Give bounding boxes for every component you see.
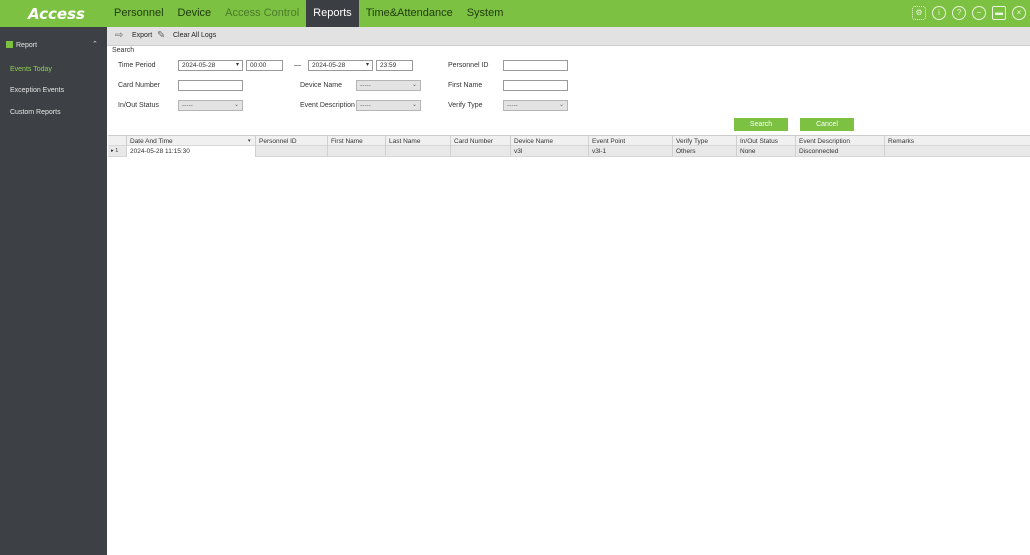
sidebar: Report ⌃ Events Today Exception Events C…	[0, 27, 107, 555]
clear-logs-icon[interactable]: ✎	[157, 30, 171, 42]
maximize-icon[interactable]: ▬	[992, 6, 1006, 20]
inout-status-label: In/Out Status	[118, 102, 159, 109]
table-cell: v3l	[510, 146, 588, 157]
top-bar: Access Personnel Device Access Control R…	[0, 0, 1030, 27]
app-logo: Access	[28, 5, 85, 23]
search-legend: Search	[112, 47, 135, 54]
time-period-label: Time Period	[118, 62, 156, 69]
range-separator: —	[294, 62, 301, 69]
help-icon[interactable]: ?	[952, 6, 966, 20]
event-description-value: -----	[360, 102, 371, 109]
table-cell: Others	[672, 146, 736, 157]
sidebar-header[interactable]: Report	[6, 41, 37, 49]
end-date-value: 2024-05-28	[312, 62, 346, 69]
sidebar-item-custom-reports[interactable]: Custom Reports	[10, 109, 61, 116]
clear-all-logs-button[interactable]: Clear All Logs	[173, 32, 216, 39]
info-icon[interactable]: i	[932, 6, 946, 20]
nav-device[interactable]: Device	[171, 0, 219, 27]
device-name-value: -----	[360, 82, 371, 89]
table-row[interactable]: ▸ 1 2024-05-28 11:15:30 v3l v3l-1 Others None…	[108, 146, 1030, 157]
table-cell	[450, 146, 510, 157]
device-name-label: Device Name	[300, 82, 343, 89]
verify-type-label: Verify Type	[448, 102, 483, 109]
inout-status-value: -----	[182, 102, 193, 109]
card-number-input[interactable]	[178, 80, 243, 91]
table-cell	[327, 146, 385, 157]
first-name-input[interactable]	[503, 80, 568, 91]
toolbar: ⇨ Export ✎ Clear All Logs	[107, 27, 1030, 46]
device-name-select[interactable]: ----- ⌄	[356, 80, 421, 91]
nav-access-control[interactable]: Access Control	[218, 0, 306, 27]
cancel-button[interactable]: Cancel	[800, 118, 854, 131]
table-cell	[255, 146, 327, 157]
personnel-id-input[interactable]	[503, 60, 568, 71]
personnel-id-label: Personnel ID	[448, 62, 489, 69]
row-number: ▸ 1	[111, 148, 119, 154]
table-cell: v3l-1	[588, 146, 672, 157]
export-button[interactable]: Export	[132, 32, 152, 39]
start-date-value: 2024-05-28	[182, 62, 216, 69]
event-description-select[interactable]: ----- ⌄	[356, 100, 421, 111]
verify-type-value: -----	[507, 102, 518, 109]
nav-personnel[interactable]: Personnel	[107, 0, 171, 27]
inout-status-select[interactable]: ----- ⌄	[178, 100, 243, 111]
end-date-picker[interactable]: 2024-05-28 ▾	[308, 60, 373, 71]
close-icon[interactable]: ×	[1012, 6, 1026, 20]
report-icon	[6, 41, 13, 48]
sidebar-item-events-today[interactable]: Events Today	[10, 66, 52, 73]
minimize-icon[interactable]: −	[972, 6, 986, 20]
events-table: Date And Time Personnel ID First Name Last …	[108, 135, 1030, 157]
main-nav: Personnel Device Access Control Reports …	[107, 0, 510, 27]
start-date-picker[interactable]: 2024-05-28 ▾	[178, 60, 243, 71]
search-button[interactable]: Search	[734, 118, 788, 131]
nav-time-attendance[interactable]: Time&Attendance	[359, 0, 460, 27]
table-cell	[385, 146, 450, 157]
collapse-icon[interactable]: ⌃	[92, 40, 98, 48]
table-cell: 2024-05-28 11:15:30	[126, 146, 255, 157]
nav-reports[interactable]: Reports	[306, 0, 359, 27]
sidebar-item-exception-events[interactable]: Exception Events	[10, 87, 64, 94]
table-cell: Disconnected	[795, 146, 884, 157]
row-number-value: 1	[115, 148, 119, 154]
table-header: Date And Time Personnel ID First Name Last …	[108, 135, 1030, 147]
nav-system[interactable]: System	[460, 0, 511, 27]
verify-type-select[interactable]: ----- ⌄	[503, 100, 568, 111]
first-name-label: First Name	[448, 82, 483, 89]
start-time-input[interactable]: 00:00	[246, 60, 283, 71]
export-icon[interactable]: ⇨	[115, 30, 129, 42]
card-number-label: Card Number	[118, 82, 161, 89]
table-cell	[884, 146, 1030, 157]
end-time-input[interactable]: 23:59	[376, 60, 413, 71]
event-description-label: Event Description	[300, 102, 355, 109]
table-cell: None	[736, 146, 795, 157]
gear-icon[interactable]: ⚙	[912, 6, 926, 20]
sidebar-header-label: Report	[16, 42, 38, 49]
